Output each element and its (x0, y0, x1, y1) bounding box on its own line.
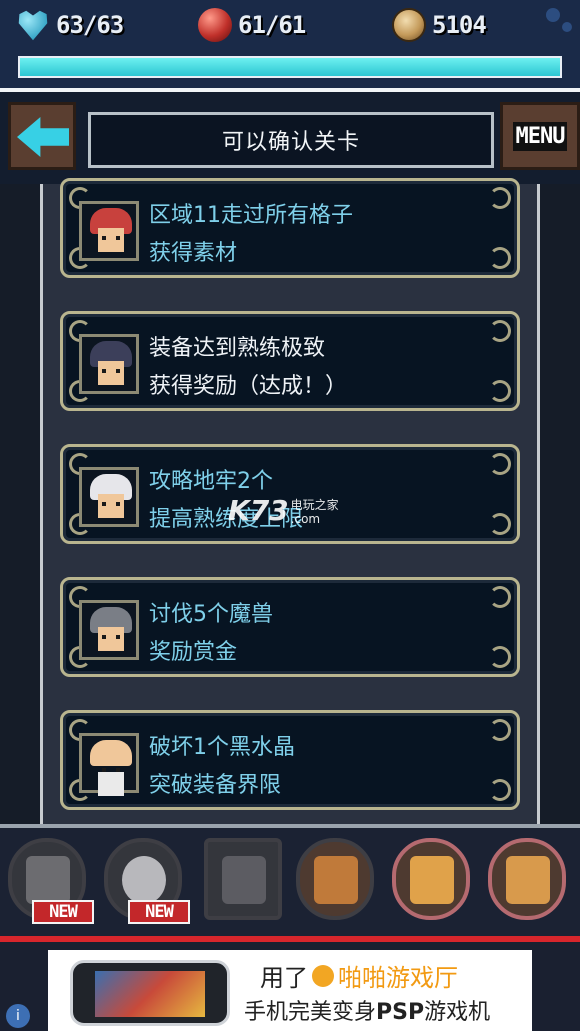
watermark: K73 电玩之家 .com (228, 494, 339, 527)
quest-title: 区域11走过所有格子 (149, 203, 353, 228)
phone-screen (95, 971, 205, 1017)
panel-side-left (0, 184, 40, 824)
ornament-icon (489, 320, 511, 342)
quest-reward: 获得奖励（达成！） (149, 374, 348, 399)
watermark-site: 电玩之家 (290, 498, 339, 512)
status-bar: 63/63 61/61 5104 (0, 0, 580, 88)
heart-gem-icon (18, 10, 48, 41)
quest-card[interactable]: 装备达到熟练极致 获得奖励（达成！） (60, 311, 520, 411)
ghost-icon (122, 856, 166, 904)
crossed-weapons-icon (26, 856, 70, 904)
watermark-domain: .com (290, 512, 321, 526)
helmet-knight-portrait (79, 600, 139, 660)
ad-headline: 用了 啪啪游戏厅 (260, 958, 458, 993)
quest-header: 可以确认关卡 MENU (0, 88, 580, 184)
ornament-icon (489, 247, 511, 269)
menu-button[interactable]: MENU (500, 102, 580, 170)
axe-icon (314, 856, 358, 904)
page-title: 可以确认关卡 (221, 130, 360, 155)
portrait-face (98, 361, 124, 385)
hat-icon (506, 856, 550, 904)
ornament-icon (489, 453, 511, 475)
item-slot-armor[interactable] (392, 838, 470, 920)
red-orb-icon (198, 8, 232, 42)
quest-card[interactable]: 破坏1个黑水晶 突破装备界限 (60, 710, 520, 810)
coin-value: 5104 (432, 11, 487, 39)
ad-tagline: 手机完美变身PSP游戏机 (244, 994, 490, 1026)
quest-reward: 获得素材 (149, 241, 238, 266)
quest-card[interactable]: 区域11走过所有格子 获得素材 (60, 178, 520, 278)
moon-icon (222, 856, 266, 904)
portrait-beard (98, 772, 124, 796)
quest-reward: 奖励赏金 (149, 640, 238, 665)
mp-value: 61/61 (238, 11, 306, 39)
ad-tagline-a: 手机完美变身 (244, 1000, 377, 1025)
arrow-left-icon (17, 117, 69, 157)
ornament-icon (489, 779, 511, 801)
hp-bar (18, 56, 562, 78)
coin-stat: 5104 (392, 6, 487, 44)
quest-card[interactable]: 讨伐5个魔兽 奖励赏金 (60, 577, 520, 677)
ornament-icon (489, 513, 511, 535)
dark-hood-portrait (79, 334, 139, 394)
mp-stat: 61/61 (198, 6, 306, 44)
menu-label: MENU (512, 121, 568, 151)
page-title-box: 可以确认关卡 (88, 112, 494, 168)
quest-title: 装备达到熟练极致 (149, 336, 326, 361)
new-badge: NEW (32, 900, 94, 924)
hp-bar-fill (20, 58, 560, 76)
ad-banner[interactable]: 用了 啪啪游戏厅 手机完美变身PSP游戏机 (48, 950, 532, 1031)
item-bar: NEW NEW (0, 824, 580, 944)
portrait-eyes (102, 369, 120, 373)
coin-icon (392, 8, 426, 42)
ornament-icon (489, 187, 511, 209)
ad-brand: 啪啪游戏厅 (338, 964, 458, 992)
ad-prefix: 用了 (260, 964, 308, 992)
armor-icon (410, 856, 454, 904)
portrait-eyes (102, 236, 120, 240)
back-button[interactable] (8, 102, 76, 170)
white-hair-portrait (79, 467, 139, 527)
item-slot-hat[interactable] (488, 838, 566, 920)
ornament-icon (489, 719, 511, 741)
quest-reward: 突破装备界限 (149, 773, 282, 798)
portrait-face (98, 494, 124, 518)
ad-tagline-c: 游戏机 (424, 1000, 491, 1025)
ornament-icon (489, 646, 511, 668)
ornament-icon (489, 380, 511, 402)
hp-stat: 63/63 (16, 6, 124, 44)
bubble-decoration (562, 22, 572, 32)
portrait-eyes (102, 635, 120, 639)
monkey-logo-icon (312, 964, 334, 987)
info-icon[interactable]: i (6, 1004, 30, 1028)
portrait-face (98, 228, 124, 252)
watermark-logo: K73 (228, 494, 289, 527)
panel-side-right (540, 184, 580, 824)
watermark-sub: 电玩之家 .com (291, 498, 339, 526)
portrait-head (90, 740, 132, 766)
new-badge: NEW (128, 900, 190, 924)
red-hair-girl-portrait (79, 201, 139, 261)
bald-elder-portrait (79, 733, 139, 796)
quest-title: 破坏1个黑水晶 (149, 735, 295, 760)
portrait-face (98, 627, 124, 651)
item-slot-axe[interactable] (296, 838, 374, 920)
portrait-eyes (102, 502, 120, 506)
bubble-decoration (546, 8, 560, 22)
portrait-eyes (102, 768, 120, 772)
ad-tagline-b: PSP (376, 1000, 425, 1025)
psp-phone-image (70, 960, 230, 1026)
item-slot-moon[interactable] (204, 838, 282, 920)
quest-title: 讨伐5个魔兽 (149, 602, 273, 627)
ornament-icon (489, 586, 511, 608)
quest-title: 攻略地牢2个 (149, 469, 273, 494)
hp-value: 63/63 (56, 11, 124, 39)
